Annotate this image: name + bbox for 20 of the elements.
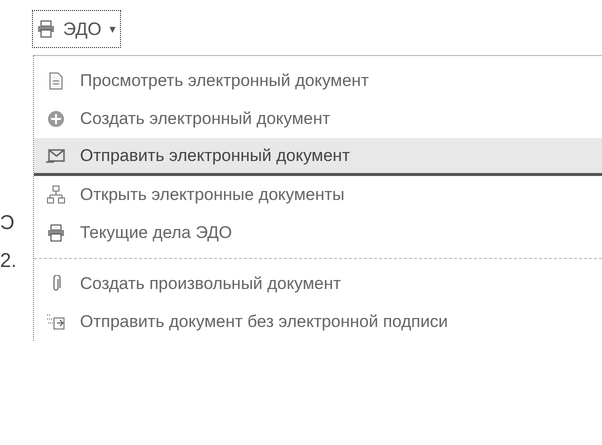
printer-icon bbox=[37, 20, 55, 38]
button-label: ЭДО bbox=[63, 18, 102, 41]
menu-item[interactable]: Открыть электронные документы bbox=[34, 176, 602, 214]
clipped-text: Ͻ bbox=[0, 211, 14, 236]
menu-item[interactable]: Текущие дела ЭДО bbox=[34, 214, 602, 252]
menu-item[interactable]: Создать электронный документ bbox=[34, 100, 602, 138]
paperclip-icon bbox=[51, 275, 61, 293]
printer-icon bbox=[47, 224, 65, 242]
edo-menu-button[interactable]: ЭДО ▾ bbox=[32, 10, 121, 48]
envelope-icon bbox=[46, 148, 66, 164]
menu-item[interactable]: Отправить электронный документ bbox=[34, 138, 602, 176]
plus-circle-icon bbox=[47, 110, 65, 128]
clipped-text: 2. bbox=[0, 249, 17, 274]
caret-icon: ▾ bbox=[110, 20, 116, 38]
send-document-icon bbox=[46, 313, 66, 331]
menu-item[interactable]: Отправить документ без электронной подписи bbox=[34, 303, 602, 341]
document-icon bbox=[48, 72, 64, 90]
hierarchy-icon bbox=[47, 185, 65, 205]
menu-item[interactable]: Создать произвольный документ bbox=[34, 265, 602, 303]
menu-item[interactable]: Просмотреть электронный документ bbox=[34, 62, 602, 100]
